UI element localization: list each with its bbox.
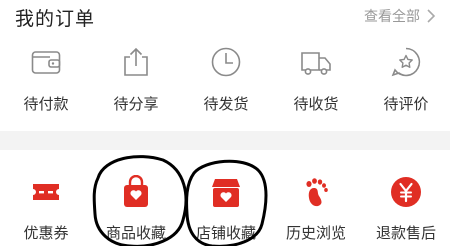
tool-refunds-label: 退款售后 [375,224,436,242]
order-pending-review[interactable]: 待评价 [360,40,450,125]
chevron-right-icon [427,9,436,23]
refund-icon [391,177,421,207]
tool-browse-history[interactable]: 历史浏览 [270,150,360,246]
tool-refunds[interactable]: 退款售后 [360,150,450,246]
footprint-icon [306,178,328,207]
my-orders-page: 我的订单 查看全部 待付款 待分享 待发货 待收货 待评价 优惠券 商品收藏 店… [0,0,450,246]
shop-favorites-icon [212,179,240,207]
tools-row: 优惠券 商品收藏 店铺收藏 历史浏览 退款售后 [0,150,450,246]
order-pending-payment[interactable]: 待付款 [0,40,90,125]
tool-coupons-label: 优惠券 [23,224,69,242]
product-favorites-icon [124,175,148,207]
tool-product-favorites[interactable]: 商品收藏 [90,150,180,246]
order-pending-shipment[interactable]: 待发货 [180,40,270,125]
orders-title: 我的订单 [15,8,96,30]
tools-card: 优惠券 商品收藏 店铺收藏 历史浏览 退款售后 [0,150,450,246]
truck-icon [301,52,331,75]
order-status-row: 待付款 待分享 待发货 待收货 待评价 [0,40,450,125]
order-pending-share[interactable]: 待分享 [90,40,180,125]
orders-card: 我的订单 查看全部 待付款 待分享 待发货 待收货 待评价 [0,0,450,131]
order-pending-shipment-label: 待发货 [203,95,249,113]
tool-browse-history-label: 历史浏览 [285,224,346,242]
order-pending-payment-label: 待付款 [23,95,69,113]
order-pending-review-label: 待评价 [383,95,429,113]
coupon-icon [33,184,59,200]
tool-shop-favorites[interactable]: 店铺收藏 [180,150,270,246]
view-all-orders-link[interactable]: 查看全部 [364,6,438,26]
section-divider [0,131,450,150]
order-pending-receipt[interactable]: 待收货 [270,40,360,125]
clock-icon [211,47,241,77]
review-icon [391,47,421,77]
tool-product-favorites-label: 商品收藏 [105,224,166,242]
order-pending-receipt-label: 待收货 [293,95,339,113]
order-pending-share-label: 待分享 [113,95,159,113]
orders-header: 我的订单 查看全部 [0,0,450,38]
share-icon [124,47,148,76]
view-all-label: 查看全部 [364,9,420,25]
tool-shop-favorites-label: 店铺收藏 [195,224,256,242]
wallet-icon [31,51,61,74]
tool-coupons[interactable]: 优惠券 [0,150,90,246]
